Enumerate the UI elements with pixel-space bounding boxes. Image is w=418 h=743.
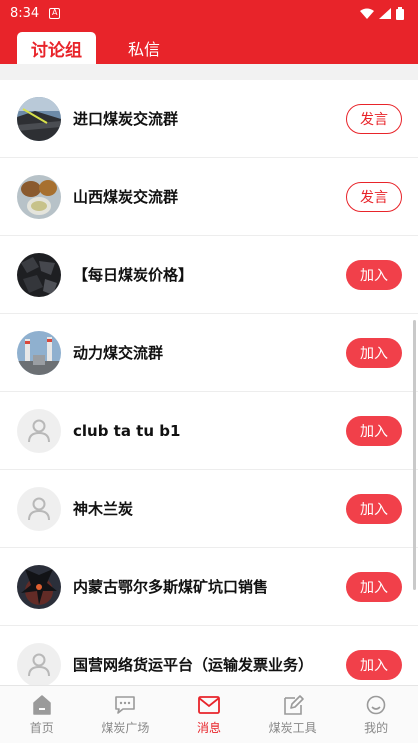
group-list: 进口煤炭交流群 发言 山西煤炭交流群 发言 【每日煤炭价格】 加入 动力煤交流群… [0,80,418,704]
group-name: 内蒙古鄂尔多斯煤矿坑口销售 [73,578,269,596]
default-user-icon [17,408,61,453]
scrollbar[interactable] [413,320,416,590]
list-item[interactable]: 山西煤炭交流群 发言 [0,158,418,236]
nav-label: 我的 [364,720,389,735]
join-button[interactable]: 加入 [346,259,402,290]
group-avatar [17,96,61,141]
nav-label: 消息 [196,720,221,735]
join-button[interactable]: 加入 [346,493,402,524]
edit-icon [283,694,304,715]
join-button[interactable]: 加入 [346,571,402,602]
group-name: club ta tu b1 [73,421,181,440]
status-time: 8:34 [10,5,40,21]
join-button[interactable]: 加入 [346,415,402,446]
bottom-nav: 首页 煤炭广场 消息 煤炭工具 我的 [0,685,418,743]
list-item[interactable]: club ta tu b1 加入 [0,392,418,470]
list-item[interactable]: 进口煤炭交流群 发言 [0,80,418,158]
nav-messages[interactable]: 消息 [167,686,251,743]
speak-button[interactable]: 发言 [346,181,402,212]
default-user-icon [17,486,61,531]
list-item[interactable]: 内蒙古鄂尔多斯煤矿坑口销售 加入 [0,548,418,626]
tab-discussion[interactable]: 讨论组 [17,32,96,64]
tab-bar: 讨论组 私信 [0,26,418,64]
group-avatar [17,564,61,609]
mail-icon [198,695,220,714]
group-name: 神木兰炭 [73,500,134,518]
notification-icon: A [49,7,61,19]
group-name: 进口煤炭交流群 [73,110,179,128]
nav-mine[interactable]: 我的 [334,686,418,743]
tab-private-messages[interactable]: 私信 [114,32,174,64]
profile-icon [366,695,386,714]
group-name: 国营网络货运平台（运输发票业务） [73,656,314,674]
nav-coal-square[interactable]: 煤炭广场 [84,686,168,743]
signal-icon [379,7,391,19]
battery-icon [396,6,404,20]
nav-label: 首页 [29,720,54,735]
nav-label: 煤炭工具 [268,720,317,735]
chat-bubble-icon [115,695,136,714]
group-avatar [17,174,61,219]
list-item[interactable]: 【每日煤炭价格】 加入 [0,236,418,314]
list-item[interactable]: 神木兰炭 加入 [0,470,418,548]
home-icon [33,694,51,715]
group-name: 【每日煤炭价格】 [73,266,194,284]
nav-coal-tools[interactable]: 煤炭工具 [251,686,335,743]
status-bar: 8:34 A [0,0,418,26]
group-avatar [17,330,61,375]
group-name: 动力煤交流群 [73,344,164,362]
nav-label: 煤炭广场 [101,720,150,735]
spacer [0,64,418,80]
group-avatar [17,252,61,297]
nav-home[interactable]: 首页 [0,686,84,743]
group-name: 山西煤炭交流群 [73,188,179,206]
speak-button[interactable]: 发言 [346,103,402,134]
list-item[interactable]: 动力煤交流群 加入 [0,314,418,392]
default-user-icon [17,642,61,687]
wifi-icon [360,8,374,19]
join-button[interactable]: 加入 [346,337,402,368]
join-button[interactable]: 加入 [346,649,402,680]
